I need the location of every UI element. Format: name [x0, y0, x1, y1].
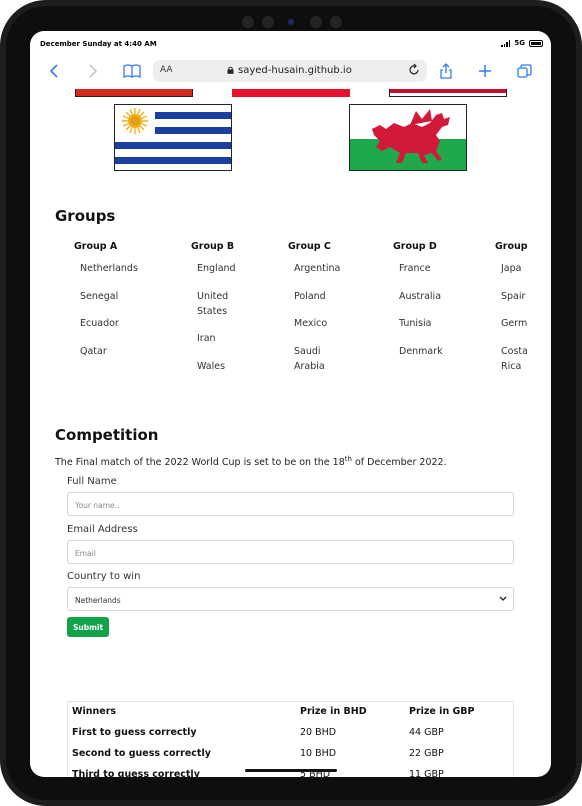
team-name: Qatar: [80, 346, 107, 357]
team-name: France: [399, 263, 431, 274]
team-name: Wales: [197, 361, 226, 372]
flag-partial: [389, 89, 507, 97]
team-name: Iran: [197, 333, 216, 344]
signal-icon: [501, 39, 511, 47]
status-time: December Sunday at 4:40 AM: [40, 40, 157, 48]
chevron-right-icon: [89, 64, 98, 78]
network-label: 5G: [514, 39, 525, 47]
address-bar[interactable]: AA sayed-husain.github.io: [153, 60, 427, 82]
team-name: England: [197, 263, 236, 274]
intro-text-end: of December 2022.: [351, 457, 447, 469]
share-icon: [440, 63, 452, 79]
team-name: Mexico: [294, 318, 328, 329]
sensor-icon: [330, 16, 342, 28]
team-name: Japa: [501, 263, 522, 274]
group-header: Group: [495, 241, 527, 252]
page-content: Groups Group A Netherlands Senegal Ecuad…: [30, 89, 551, 777]
intro-sup: th: [344, 455, 352, 463]
full-name-label: Full Name: [67, 476, 117, 487]
full-name-input[interactable]: Your name..: [67, 492, 514, 516]
competition-intro: The Final match of the 2022 World Cup is…: [55, 455, 447, 468]
reload-icon[interactable]: [408, 63, 420, 77]
share-button[interactable]: [439, 61, 453, 81]
lock-icon: [227, 66, 234, 74]
team-name: Netherlands: [80, 263, 138, 274]
url-text: sayed-husain.github.io: [238, 65, 352, 76]
team-name: Tunisia: [399, 318, 432, 329]
table-header-row: Winners Prize in BHD Prize in GBP: [68, 702, 515, 723]
table-header: Winners: [72, 706, 117, 717]
team-name: Senegal: [80, 291, 119, 302]
table-cell: First to guess correctly: [72, 727, 197, 738]
sensor-icon: [262, 16, 274, 28]
status-indicators: 5G: [501, 39, 543, 47]
team-name: Germ: [501, 318, 527, 329]
camera-lens-icon: [288, 19, 294, 25]
table-cell: 11 GBP: [409, 769, 444, 777]
team-name: Ecuador: [80, 318, 119, 329]
table-row: First to guess correctly 20 BHD 44 GBP: [68, 723, 515, 744]
intro-text: The Final match of the 2022 World Cup is…: [55, 457, 345, 469]
tabs-icon: [517, 63, 532, 78]
group-header: Group B: [191, 241, 235, 252]
reader-button[interactable]: AA: [160, 65, 173, 75]
table-cell: 22 GBP: [409, 748, 444, 759]
table-header: Prize in BHD: [300, 706, 367, 717]
forward-button[interactable]: [88, 61, 98, 81]
country-select-value: Netherlands: [75, 596, 121, 605]
email-label: Email Address: [67, 524, 138, 535]
battery-icon: [529, 39, 543, 47]
team-name: Australia: [399, 291, 442, 302]
country-select[interactable]: Netherlands: [67, 587, 514, 611]
chevron-down-icon: [499, 596, 507, 601]
ipad-frame: December Sunday at 4:40 AM 5G AA sayed-h…: [0, 0, 582, 806]
prize-table: Winners Prize in BHD Prize in GBP First …: [67, 701, 514, 777]
back-button[interactable]: [49, 61, 59, 81]
team-name: Argentina: [294, 263, 341, 274]
table-cell: 20 BHD: [300, 727, 337, 738]
bookmarks-button[interactable]: [123, 61, 141, 81]
screen: December Sunday at 4:40 AM 5G AA sayed-h…: [30, 31, 551, 777]
table-header: Prize in GBP: [409, 706, 475, 717]
team-name: United States: [197, 291, 229, 317]
competition-heading: Competition: [55, 426, 159, 444]
email-input[interactable]: Email: [67, 540, 514, 564]
group-header: Group D: [393, 241, 437, 252]
book-icon: [123, 64, 141, 78]
team-name: Saudi Arabia: [294, 346, 325, 372]
tabs-button[interactable]: [517, 61, 532, 81]
home-indicator[interactable]: [245, 769, 337, 772]
camera-icon: [242, 16, 254, 28]
team-name: Spair: [501, 291, 526, 302]
status-bar: December Sunday at 4:40 AM 5G: [30, 31, 551, 57]
country-label: Country to win: [67, 571, 141, 582]
group-header: Group A: [74, 241, 118, 252]
table-cell: 10 BHD: [300, 748, 337, 759]
table-cell: Third to guess correctly: [72, 769, 200, 777]
chevron-left-icon: [49, 64, 58, 78]
flag-partial: [75, 89, 193, 97]
groups-heading: Groups: [55, 207, 116, 225]
plus-icon: [479, 65, 491, 77]
table-cell: 44 GBP: [409, 727, 444, 738]
team-name: Costa Rica: [501, 346, 527, 372]
group-header: Group C: [288, 241, 331, 252]
new-tab-button[interactable]: [478, 61, 492, 81]
team-name: Denmark: [399, 346, 443, 357]
flag-partial: [232, 89, 350, 97]
team-name: Poland: [294, 291, 326, 302]
table-cell: Second to guess correctly: [72, 748, 211, 759]
submit-button[interactable]: Submit: [67, 617, 109, 637]
uruguay-flag: [114, 104, 232, 171]
wales-flag: [349, 104, 467, 171]
sensor-icon: [310, 16, 322, 28]
table-row: Second to guess correctly 10 BHD 22 GBP: [68, 744, 515, 765]
